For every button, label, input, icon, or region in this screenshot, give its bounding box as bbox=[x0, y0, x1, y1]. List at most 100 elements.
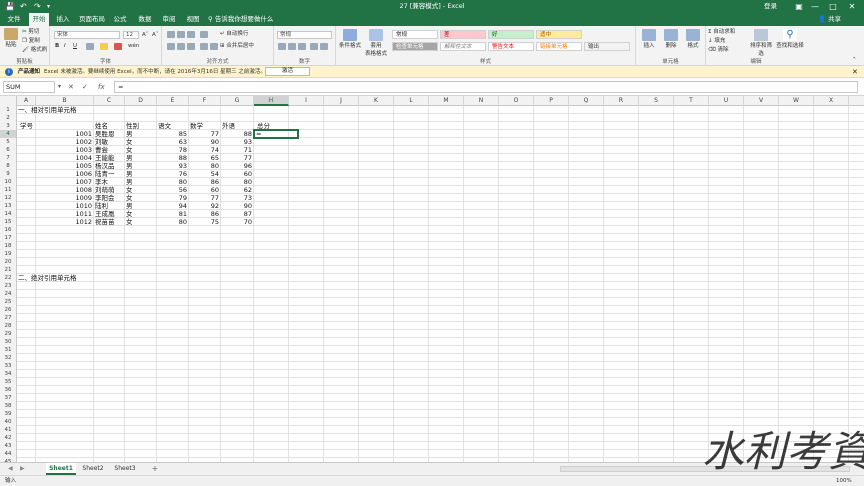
find-select-button[interactable]: ⚲ 查找和选择 bbox=[776, 29, 804, 49]
enter-formula-icon[interactable]: ✓ bbox=[82, 81, 88, 93]
student-sex[interactable]: 女 bbox=[126, 138, 155, 146]
row-header-3[interactable]: 3 bbox=[0, 122, 17, 130]
score-math[interactable]: 90 bbox=[190, 138, 219, 146]
score-chinese[interactable]: 93 bbox=[158, 162, 187, 170]
row-header-34[interactable]: 34 bbox=[0, 370, 17, 378]
name-box-dropdown-icon[interactable]: ▾ bbox=[58, 81, 61, 93]
row-header-2[interactable]: 2 bbox=[0, 114, 17, 122]
score-math[interactable]: 54 bbox=[190, 170, 219, 178]
student-id[interactable]: 1001 bbox=[37, 130, 92, 138]
maximize-icon[interactable]: □ bbox=[826, 1, 840, 12]
student-id[interactable]: 1012 bbox=[37, 218, 92, 226]
column-header-h[interactable]: H bbox=[254, 96, 289, 106]
increase-font-icon[interactable]: Aˆ bbox=[142, 31, 149, 39]
score-chinese[interactable]: 76 bbox=[158, 170, 187, 178]
row-header-24[interactable]: 24 bbox=[0, 290, 17, 298]
bold-button[interactable]: B bbox=[55, 42, 59, 50]
row-header-21[interactable]: 21 bbox=[0, 266, 17, 274]
column-header-e[interactable]: E bbox=[157, 96, 189, 106]
column-header-x[interactable]: X bbox=[814, 96, 849, 106]
row-header-36[interactable]: 36 bbox=[0, 386, 17, 394]
row-header-40[interactable]: 40 bbox=[0, 418, 17, 426]
student-id[interactable]: 1005 bbox=[37, 162, 92, 170]
minimize-icon[interactable]: — bbox=[808, 1, 822, 12]
column-header-l[interactable]: L bbox=[394, 96, 429, 106]
column-title[interactable]: 语文 bbox=[158, 122, 171, 130]
column-title[interactable]: 外语 bbox=[222, 122, 235, 130]
score-math[interactable]: 65 bbox=[190, 154, 219, 162]
column-header-a[interactable]: A bbox=[17, 96, 36, 106]
align-top-icon[interactable] bbox=[167, 31, 175, 38]
row-header-6[interactable]: 6 bbox=[0, 146, 17, 154]
column-header-j[interactable]: J bbox=[324, 96, 359, 106]
row-header-35[interactable]: 35 bbox=[0, 378, 17, 386]
format-cells-button[interactable]: 格式 bbox=[684, 29, 702, 49]
row-header-1[interactable]: 1 bbox=[0, 106, 17, 114]
score-chinese[interactable]: 85 bbox=[158, 130, 187, 138]
align-bottom-icon[interactable] bbox=[187, 31, 195, 38]
score-english[interactable]: 60 bbox=[222, 170, 252, 178]
column-header-t[interactable]: T bbox=[674, 96, 709, 106]
row-header-42[interactable]: 42 bbox=[0, 434, 17, 442]
student-id[interactable]: 1003 bbox=[37, 146, 92, 154]
column-header-w[interactable]: W bbox=[779, 96, 814, 106]
align-center-icon[interactable] bbox=[177, 43, 185, 50]
border-icon[interactable] bbox=[86, 43, 94, 50]
sheet-tab-2[interactable]: Sheet2 bbox=[78, 463, 108, 475]
student-name[interactable]: 陆青一 bbox=[95, 170, 123, 178]
row-header-8[interactable]: 8 bbox=[0, 162, 17, 170]
score-math[interactable]: 75 bbox=[190, 218, 219, 226]
sort-filter-button[interactable]: 排序和筛选 bbox=[748, 29, 774, 57]
student-name[interactable]: 李阳会 bbox=[95, 194, 123, 202]
score-english[interactable]: 93 bbox=[222, 138, 252, 146]
score-english[interactable]: 88 bbox=[222, 130, 252, 138]
section-title-relative[interactable]: 一、相对引用单元格 bbox=[18, 106, 138, 114]
column-header-v[interactable]: V bbox=[744, 96, 779, 106]
style-warning[interactable]: 警告文本 bbox=[488, 42, 534, 51]
student-name[interactable]: 杨汉品 bbox=[95, 162, 123, 170]
student-sex[interactable]: 男 bbox=[126, 162, 155, 170]
style-explanatory[interactable]: 解释性文本 bbox=[440, 42, 486, 51]
column-header-o[interactable]: O bbox=[499, 96, 534, 106]
row-header-4[interactable]: 4 bbox=[0, 130, 17, 138]
format-as-table-button[interactable]: 套用 表格格式 bbox=[364, 29, 388, 57]
decrease-indent-icon[interactable] bbox=[200, 43, 208, 50]
tell-me-search[interactable]: ⚲ 告诉我你想要做什么 bbox=[208, 13, 273, 26]
wrap-text-button[interactable]: ↵ 自动换行 bbox=[220, 30, 248, 38]
column-header-i[interactable]: I bbox=[289, 96, 324, 106]
score-math[interactable]: 77 bbox=[190, 194, 219, 202]
phonetic-button[interactable]: wén bbox=[128, 42, 139, 50]
style-linked-cell[interactable]: 链接单元格 bbox=[536, 42, 582, 51]
number-format-select[interactable]: 常规 bbox=[277, 31, 332, 39]
column-title[interactable]: 学号 bbox=[20, 122, 33, 130]
conditional-format-button[interactable]: 条件格式 bbox=[338, 29, 362, 49]
copy-button[interactable]: ❐ 复制 bbox=[22, 37, 40, 45]
row-header-12[interactable]: 12 bbox=[0, 194, 17, 202]
student-name[interactable]: 王能能 bbox=[95, 154, 123, 162]
student-sex[interactable]: 男 bbox=[126, 130, 155, 138]
row-header-7[interactable]: 7 bbox=[0, 154, 17, 162]
style-normal[interactable]: 常规 bbox=[392, 30, 438, 39]
score-chinese[interactable]: 81 bbox=[158, 210, 187, 218]
score-chinese[interactable]: 80 bbox=[158, 178, 187, 186]
format-painter-button[interactable]: 🖌 格式刷 bbox=[22, 46, 47, 54]
section-title-absolute[interactable]: 二、绝对引用单元格 bbox=[18, 274, 138, 282]
row-header-14[interactable]: 14 bbox=[0, 210, 17, 218]
score-chinese[interactable]: 79 bbox=[158, 194, 187, 202]
font-name-select[interactable]: 宋体 bbox=[54, 31, 120, 39]
cancel-formula-icon[interactable]: ✕ bbox=[68, 81, 74, 93]
row-header-27[interactable]: 27 bbox=[0, 314, 17, 322]
increase-indent-icon[interactable] bbox=[210, 43, 218, 50]
decrease-decimal-icon[interactable] bbox=[320, 43, 328, 50]
tab-insert[interactable]: 插入 bbox=[53, 13, 73, 26]
tab-home[interactable]: 开始 bbox=[29, 13, 49, 26]
score-chinese[interactable]: 94 bbox=[158, 202, 187, 210]
row-header-39[interactable]: 39 bbox=[0, 410, 17, 418]
student-id[interactable]: 1008 bbox=[37, 186, 92, 194]
row-header-26[interactable]: 26 bbox=[0, 306, 17, 314]
score-english[interactable]: 96 bbox=[222, 162, 252, 170]
style-neutral[interactable]: 适中 bbox=[536, 30, 582, 39]
cut-button[interactable]: ✂ 剪切 bbox=[22, 28, 39, 36]
student-sex[interactable]: 男 bbox=[126, 170, 155, 178]
column-title[interactable]: 姓名 bbox=[95, 122, 108, 130]
